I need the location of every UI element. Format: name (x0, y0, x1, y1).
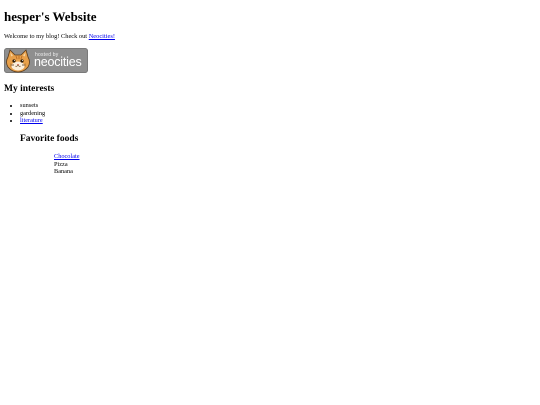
welcome-paragraph: Welcome to my blog! Check out Neocities! (4, 33, 115, 40)
interest-item: gardening (20, 110, 45, 118)
interest-item-link: literature (20, 117, 45, 125)
food-item-link: Chocolate (54, 153, 80, 161)
food-item: Banana (54, 168, 73, 176)
interests-heading: My interests (4, 84, 55, 94)
foods-heading: Favorite foods (20, 134, 79, 144)
chocolate-link[interactable]: Chocolate (54, 153, 80, 160)
interests-list: sunsets gardening literature (4, 102, 45, 125)
neocities-link[interactable]: Neocities! (89, 33, 115, 40)
hosted-by-neocities-badge[interactable]: hosted by neocities (4, 48, 88, 73)
badge-neocities-wordmark: neocities (34, 55, 82, 69)
welcome-text: Welcome to my blog! Check out (4, 33, 89, 40)
literature-link[interactable]: literature (20, 117, 43, 124)
favorite-foods-section: Favorite foods Chocolate Pizza Banana (20, 134, 80, 175)
food-item: Pizza (54, 160, 68, 168)
page-title: hesper's Website (4, 9, 97, 24)
foods-list: Chocolate Pizza Banana (54, 153, 80, 176)
neocities-cat-logo-icon (6, 49, 30, 73)
interest-item: sunsets (20, 102, 45, 110)
